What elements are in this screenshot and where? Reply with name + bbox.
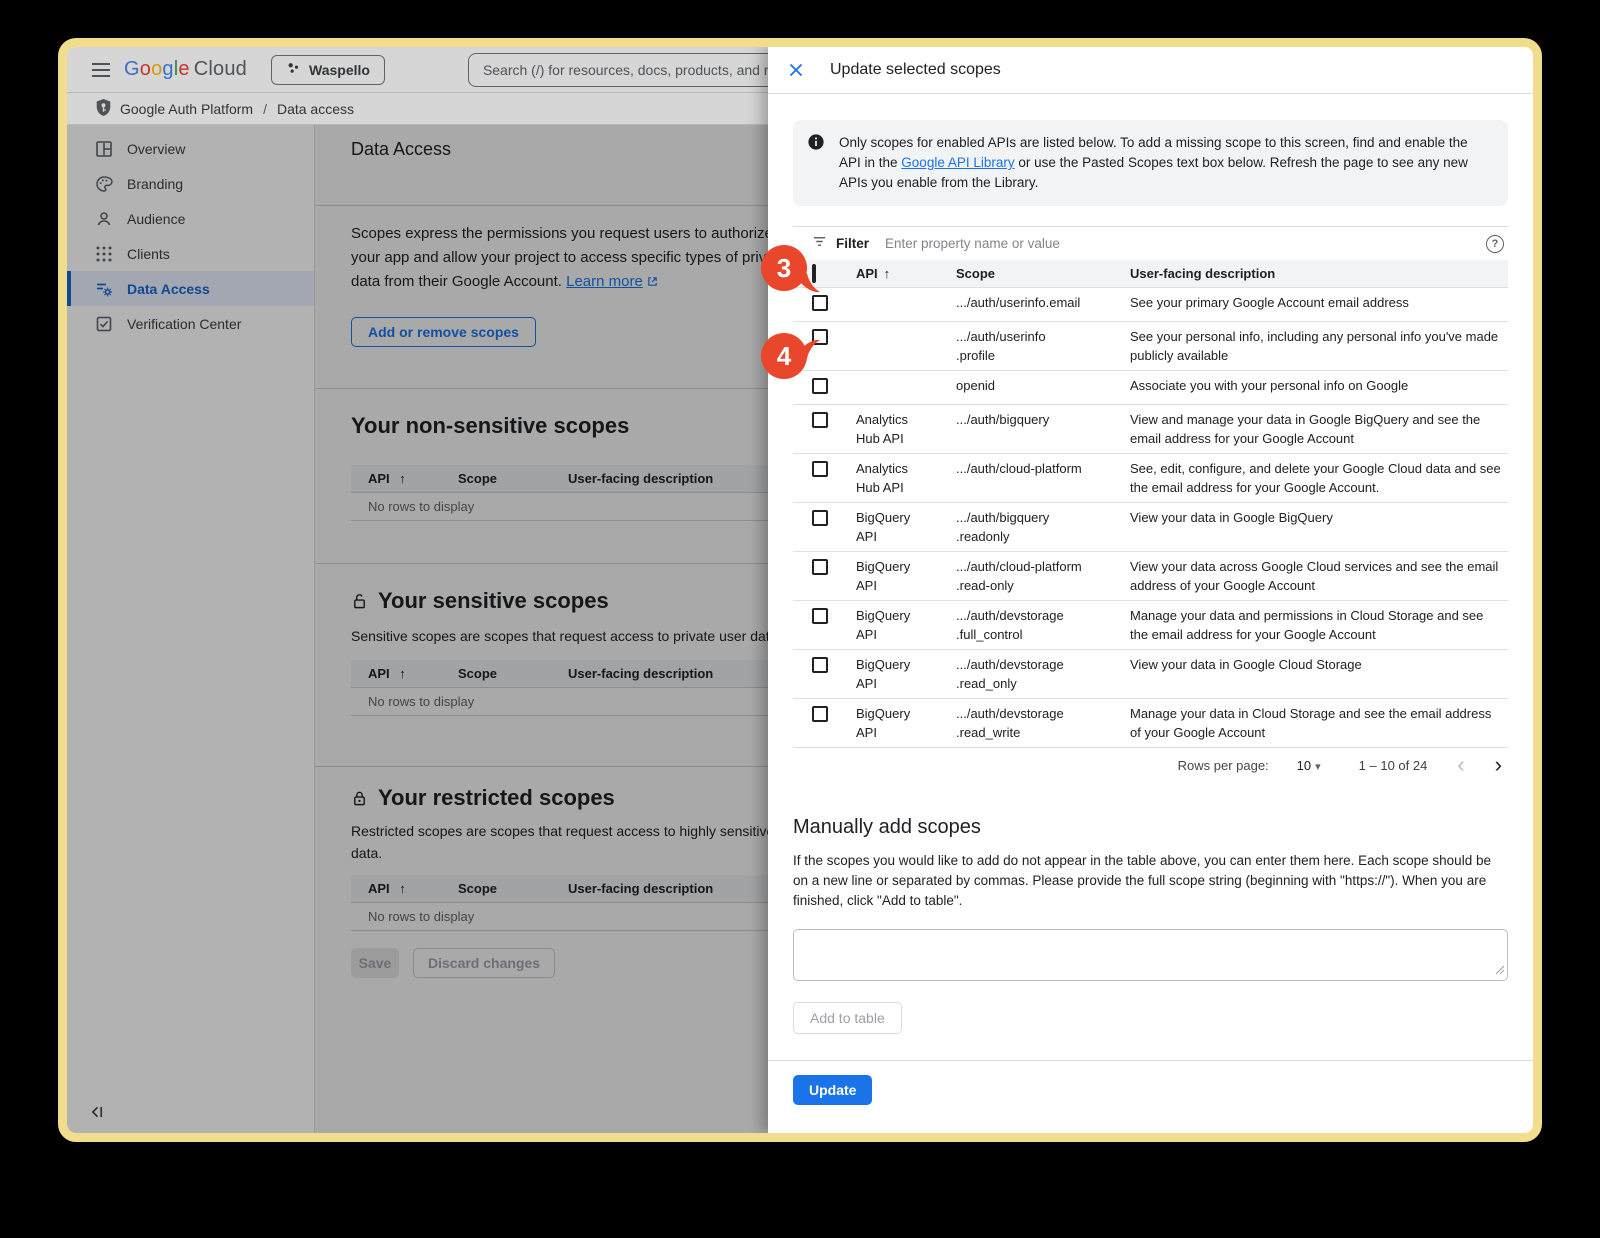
update-scopes-panel: Update selected scopes Only scopes for e… — [768, 47, 1533, 1133]
scopes-table-header: API↑ Scope User-facing description — [793, 260, 1508, 288]
description-cell: View your data across Google Cloud servi… — [1130, 557, 1508, 595]
manual-scopes-textarea[interactable] — [793, 929, 1508, 981]
col-scope[interactable]: Scope — [956, 266, 1130, 281]
divider — [768, 1060, 1533, 1061]
scope-cell: .../auth/userinfo.profile — [956, 327, 1130, 365]
description-cell: See your primary Google Account email ad… — [1130, 293, 1508, 316]
checkbox-cell — [793, 704, 856, 742]
row-checkbox[interactable] — [812, 461, 828, 477]
api-cell — [856, 376, 956, 399]
api-cell: BigQueryAPI — [856, 606, 956, 644]
manual-add-scopes-title: Manually add scopes — [793, 816, 1508, 839]
table-row: .../auth/userinfo.emailSee your primary … — [793, 288, 1508, 322]
app-root: GoogleCloud Waspello Google Auth Platfor… — [67, 47, 1533, 1133]
checkbox-cell — [793, 459, 856, 497]
rows-per-page-label: Rows per page: — [1178, 758, 1269, 773]
table-row: AnalyticsHub API.../auth/bigqueryView an… — [793, 405, 1508, 454]
description-cell: See your personal info, including any pe… — [1130, 327, 1508, 365]
annotation-badge-3: 3 — [760, 244, 824, 305]
api-cell: BigQueryAPI — [856, 508, 956, 546]
scope-cell: .../auth/userinfo.email — [956, 293, 1130, 316]
description-cell: See, edit, configure, and delete your Go… — [1130, 459, 1508, 497]
info-text: Only scopes for enabled APIs are listed … — [839, 133, 1492, 193]
manual-add-scopes-section: Manually add scopes If the scopes you wo… — [793, 816, 1508, 1034]
annotation-badge-4: 4 — [760, 323, 824, 386]
checkbox-cell — [793, 410, 856, 448]
col-api[interactable]: API↑ — [856, 266, 956, 281]
help-icon[interactable]: ? — [1486, 235, 1504, 253]
info-icon — [807, 133, 825, 193]
api-cell — [856, 327, 956, 365]
badge-4-number: 4 — [777, 341, 792, 371]
checkbox-cell — [793, 508, 856, 546]
table-row: BigQueryAPI.../auth/devstorage.read_writ… — [793, 699, 1508, 748]
scope-cell: .../auth/cloud-platform.read-only — [956, 557, 1130, 595]
scope-cell: .../auth/devstorage.full_control — [956, 606, 1130, 644]
badge-3-number: 3 — [777, 253, 791, 283]
row-checkbox[interactable] — [812, 559, 828, 575]
row-checkbox[interactable] — [812, 510, 828, 526]
caret-down-icon: ▾ — [1315, 761, 1321, 773]
page-range: 1 – 10 of 24 — [1359, 758, 1428, 773]
table-row: .../auth/userinfo.profileSee your person… — [793, 322, 1508, 371]
api-cell: BigQueryAPI — [856, 655, 956, 693]
filter-label: Filter — [836, 236, 869, 251]
description-cell: View your data in Google Cloud Storage — [1130, 655, 1508, 693]
api-cell — [856, 293, 956, 316]
update-button[interactable]: Update — [793, 1075, 872, 1105]
overlay-scrim — [67, 47, 768, 125]
next-page-button[interactable]: › — [1495, 754, 1502, 776]
manual-add-scopes-description: If the scopes you would like to add do n… — [793, 851, 1508, 911]
table-row: BigQueryAPI.../auth/devstorage.full_cont… — [793, 601, 1508, 650]
scope-cell: openid — [956, 376, 1130, 399]
description-cell: Manage your data in Cloud Storage and se… — [1130, 704, 1508, 742]
scope-cell: .../auth/devstorage.read_write — [956, 704, 1130, 742]
row-checkbox[interactable] — [812, 412, 828, 428]
scope-cell: .../auth/devstorage.read_only — [956, 655, 1130, 693]
add-to-table-button[interactable]: Add to table — [793, 1002, 902, 1034]
pagination: Rows per page: 10▾ 1 – 10 of 24 ‹ › — [793, 748, 1508, 782]
browser-window: GoogleCloud Waspello Google Auth Platfor… — [58, 38, 1542, 1142]
checkbox-cell — [793, 655, 856, 693]
description-cell: Manage your data and permissions in Clou… — [1130, 606, 1508, 644]
google-api-library-link[interactable]: Google API Library — [901, 155, 1014, 170]
panel-title: Update selected scopes — [830, 61, 1001, 79]
description-cell: Associate you with your personal info on… — [1130, 376, 1508, 399]
prev-page-button[interactable]: ‹ — [1457, 754, 1464, 776]
api-cell: BigQueryAPI — [856, 557, 956, 595]
close-icon[interactable] — [788, 62, 804, 78]
resize-handle[interactable] — [1495, 962, 1505, 980]
screenshot-canvas: GoogleCloud Waspello Google Auth Platfor… — [0, 0, 1600, 1238]
scopes-table-area: Filter ? API↑ Scope User-facing descript… — [793, 226, 1508, 782]
description-cell: View your data in Google BigQuery — [1130, 508, 1508, 546]
sort-asc-icon: ↑ — [884, 266, 891, 281]
page-size-select[interactable]: 10▾ — [1297, 758, 1321, 773]
panel-header: Update selected scopes — [768, 47, 1533, 94]
table-row: BigQueryAPI.../auth/cloud-platform.read-… — [793, 552, 1508, 601]
overlay-scrim[interactable] — [67, 125, 768, 1133]
table-row: AnalyticsHub API.../auth/cloud-platformS… — [793, 454, 1508, 503]
scope-cell: .../auth/bigquery.readonly — [956, 508, 1130, 546]
checkbox-cell — [793, 557, 856, 595]
row-checkbox[interactable] — [812, 657, 828, 673]
checkbox-cell — [793, 606, 856, 644]
scope-cell: .../auth/bigquery — [956, 410, 1130, 448]
filter-input[interactable] — [885, 236, 1486, 251]
table-row: BigQueryAPI.../auth/devstorage.read_only… — [793, 650, 1508, 699]
info-banner: Only scopes for enabled APIs are listed … — [793, 120, 1508, 206]
row-checkbox[interactable] — [812, 608, 828, 624]
filter-bar: Filter ? — [793, 226, 1508, 260]
col-description[interactable]: User-facing description — [1130, 266, 1508, 281]
api-cell: AnalyticsHub API — [856, 459, 956, 497]
table-row: BigQueryAPI.../auth/bigquery.readonlyVie… — [793, 503, 1508, 552]
scopes-table-body: .../auth/userinfo.emailSee your primary … — [793, 288, 1508, 748]
table-row: openidAssociate you with your personal i… — [793, 371, 1508, 405]
scope-cell: .../auth/cloud-platform — [956, 459, 1130, 497]
row-checkbox[interactable] — [812, 706, 828, 722]
api-cell: BigQueryAPI — [856, 704, 956, 742]
description-cell: View and manage your data in Google BigQ… — [1130, 410, 1508, 448]
api-cell: AnalyticsHub API — [856, 410, 956, 448]
